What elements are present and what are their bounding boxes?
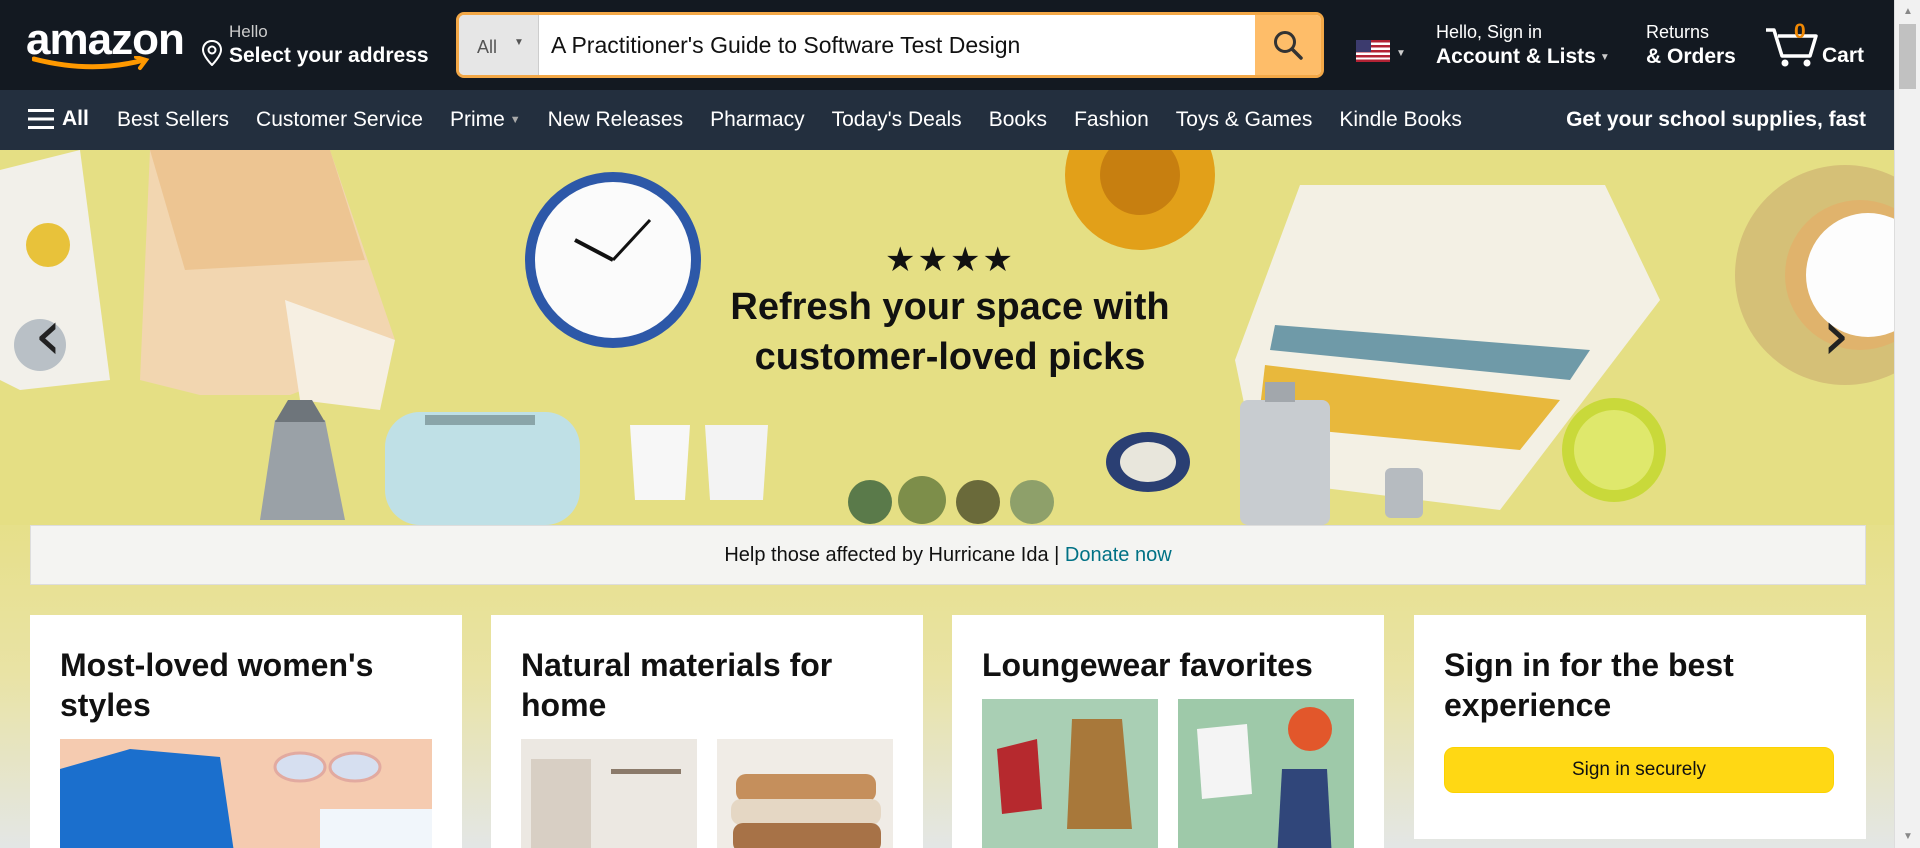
top-navbar: amazon Hello Select your address All ▼ A… <box>0 0 1894 90</box>
natural-materials-image <box>521 739 893 848</box>
card-title: Natural materials for home <box>521 647 833 723</box>
returns-orders[interactable]: Returns & Orders <box>1646 22 1736 69</box>
nav-promo-link[interactable]: Get your school supplies, fast <box>1566 108 1866 132</box>
account-label: Account & Lists <box>1436 45 1596 68</box>
returns-label: Returns <box>1646 22 1710 42</box>
nav-link-prime-label: Prime <box>449 108 505 131</box>
card-title: Sign in for the best experience <box>1444 647 1734 723</box>
chevron-down-icon: ▼ <box>1396 48 1406 59</box>
loungewear-image <box>982 699 1354 848</box>
nav-link-best-sellers[interactable]: Best Sellers <box>117 108 229 132</box>
scrollbar-thumb[interactable] <box>1899 24 1916 89</box>
chevron-down-icon: ▼ <box>1599 51 1610 63</box>
card-title: Loungewear favorites <box>982 647 1313 683</box>
womens-styles-image <box>60 739 432 848</box>
nav-link-pharmacy[interactable]: Pharmacy <box>710 108 805 132</box>
hero-headline-line2: customer-loved picks <box>754 336 1146 378</box>
account-greeting: Hello, Sign in <box>1436 22 1543 42</box>
search-bar: All ▼ <box>456 12 1324 78</box>
nav-link-new-releases[interactable]: New Releases <box>548 108 683 132</box>
language-selector[interactable]: ▼ <box>1356 40 1406 67</box>
location-pin-icon <box>202 40 222 66</box>
donate-now-link[interactable]: Donate now <box>1065 544 1172 566</box>
scroll-down-icon[interactable]: ▼ <box>1903 831 1913 842</box>
chevron-down-icon: ▼ <box>509 114 521 127</box>
card-title: Most-loved women's styles <box>60 647 374 723</box>
search-button[interactable] <box>1255 15 1321 75</box>
card-womens-styles[interactable]: Most-loved women's styles <box>30 615 462 848</box>
card-natural-materials[interactable]: Natural materials for home <box>491 615 923 848</box>
search-input[interactable] <box>551 15 1241 75</box>
amazon-logo[interactable]: amazon <box>26 18 185 74</box>
search-category-dropdown[interactable]: All ▼ <box>459 15 539 75</box>
carousel-next-button[interactable]: › <box>1822 300 1850 370</box>
nav-link-prime[interactable]: Prime ▼ <box>450 108 521 132</box>
star-rating-icon: ★★★★ <box>885 240 1015 280</box>
nav-link-toys-games[interactable]: Toys & Games <box>1176 108 1313 132</box>
donate-banner: Help those affected by Hurricane Ida | D… <box>30 525 1866 585</box>
main-navbar: All Best Sellers Customer Service Prime ▼… <box>0 90 1894 150</box>
all-menu-button[interactable]: All <box>28 107 89 131</box>
nav-link-kindle-books[interactable]: Kindle Books <box>1339 108 1462 132</box>
account-lists[interactable]: Hello, Sign in Account & Lists ▼ <box>1436 22 1610 69</box>
page-scrollbar[interactable]: ▲ ▼ <box>1894 0 1920 848</box>
chevron-down-icon: ▼ <box>514 37 524 48</box>
hero-headline-line1: Refresh your space with <box>730 286 1170 328</box>
card-loungewear[interactable]: Loungewear favorites <box>952 615 1384 848</box>
cart-count: 0 <box>1794 20 1806 43</box>
sign-in-securely-button[interactable]: Sign in securely <box>1444 747 1834 793</box>
cart-icon <box>1766 28 1818 67</box>
nav-link-books[interactable]: Books <box>989 108 1047 132</box>
search-icon <box>1274 31 1303 60</box>
hero-headline: ★★★★ Refresh your space with customer-lo… <box>700 240 1200 380</box>
hero-banner[interactable]: ‹ › ★★★★ Refresh your space with custome… <box>0 150 1894 525</box>
donate-text: Help those affected by Hurricane Ida | <box>724 544 1065 566</box>
nav-link-todays-deals[interactable]: Today's Deals <box>832 108 962 132</box>
card-sign-in: Sign in for the best experience Sign in … <box>1414 615 1866 839</box>
orders-label: & Orders <box>1646 45 1736 68</box>
scroll-up-icon[interactable]: ▲ <box>1903 6 1913 17</box>
address-hello: Hello <box>229 22 268 41</box>
all-menu-label: All <box>62 107 89 130</box>
nav-links: Best Sellers Customer Service Prime ▼ New… <box>117 108 1462 132</box>
hamburger-menu-icon <box>28 109 54 129</box>
nav-link-fashion[interactable]: Fashion <box>1074 108 1149 132</box>
address-label: Select your address <box>229 44 429 67</box>
search-category-label: All <box>477 37 498 57</box>
smile-arrow-icon <box>32 56 150 70</box>
us-flag-icon <box>1356 40 1390 62</box>
cart-button[interactable]: 0 Cart <box>1764 18 1884 72</box>
nav-link-customer-service[interactable]: Customer Service <box>256 108 423 132</box>
cart-label: Cart <box>1822 44 1865 67</box>
carousel-prev-button[interactable]: ‹ <box>34 300 62 370</box>
